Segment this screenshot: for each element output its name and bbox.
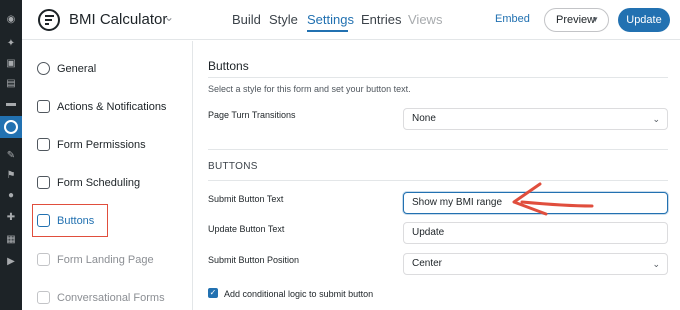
annotation-arrow-icon — [512, 182, 594, 216]
